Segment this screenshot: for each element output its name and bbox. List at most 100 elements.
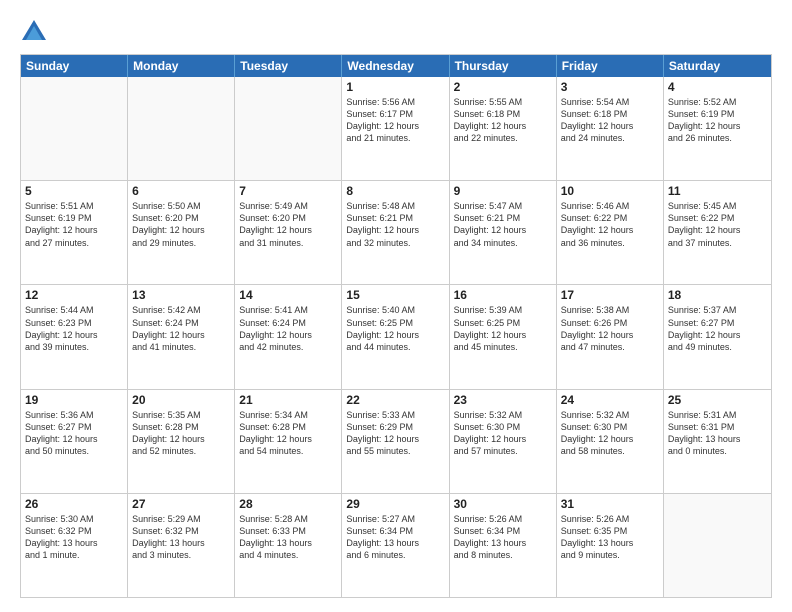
col-header-friday: Friday — [557, 55, 664, 77]
day-cell-4: 4 Sunrise: 5:52 AM Sunset: 6:19 PM Daylig… — [664, 77, 771, 180]
day-info: Sunrise: 5:48 AM Sunset: 6:21 PM Dayligh… — [346, 200, 444, 249]
day-info: Sunrise: 5:39 AM Sunset: 6:25 PM Dayligh… — [454, 304, 552, 353]
day-number: 2 — [454, 80, 552, 94]
day-number: 28 — [239, 497, 337, 511]
empty-cell-4-6 — [664, 494, 771, 597]
day-number: 3 — [561, 80, 659, 94]
week-row-3: 19 Sunrise: 5:36 AM Sunset: 6:27 PM Dayli… — [21, 389, 771, 493]
day-number: 5 — [25, 184, 123, 198]
day-number: 22 — [346, 393, 444, 407]
week-row-2: 12 Sunrise: 5:44 AM Sunset: 6:23 PM Dayli… — [21, 284, 771, 388]
day-info: Sunrise: 5:29 AM Sunset: 6:32 PM Dayligh… — [132, 513, 230, 562]
day-cell-22: 22Sunrise: 5:33 AM Sunset: 6:29 PM Dayli… — [342, 390, 449, 493]
day-info: Sunrise: 5:32 AM Sunset: 6:30 PM Dayligh… — [454, 409, 552, 458]
day-number: 26 — [25, 497, 123, 511]
day-number: 13 — [132, 288, 230, 302]
day-number: 16 — [454, 288, 552, 302]
day-info: Sunrise: 5:27 AM Sunset: 6:34 PM Dayligh… — [346, 513, 444, 562]
logo — [20, 18, 52, 46]
day-info: Sunrise: 5:40 AM Sunset: 6:25 PM Dayligh… — [346, 304, 444, 353]
day-cell-27: 27 Sunrise: 5:29 AM Sunset: 6:32 PM Dayli… — [128, 494, 235, 597]
empty-cell-0-2 — [235, 77, 342, 180]
day-info: Sunrise: 5:49 AM Sunset: 6:20 PM Dayligh… — [239, 200, 337, 249]
day-cell-1: 1 Sunrise: 5:56 AM Sunset: 6:17 PM Daylig… — [342, 77, 449, 180]
day-cell-10: 10Sunrise: 5:46 AM Sunset: 6:22 PM Dayli… — [557, 181, 664, 284]
day-info: Sunrise: 5:37 AM Sunset: 6:27 PM Dayligh… — [668, 304, 767, 353]
day-info: Sunrise: 5:45 AM Sunset: 6:22 PM Dayligh… — [668, 200, 767, 249]
page: SundayMondayTuesdayWednesdayThursdayFrid… — [0, 0, 792, 612]
day-number: 9 — [454, 184, 552, 198]
col-header-wednesday: Wednesday — [342, 55, 449, 77]
day-cell-20: 20 Sunrise: 5:35 AM Sunset: 6:28 PM Dayli… — [128, 390, 235, 493]
day-cell-28: 28 Sunrise: 5:28 AM Sunset: 6:33 PM Dayli… — [235, 494, 342, 597]
day-number: 14 — [239, 288, 337, 302]
day-number: 8 — [346, 184, 444, 198]
day-cell-7: 7 Sunrise: 5:49 AM Sunset: 6:20 PM Daylig… — [235, 181, 342, 284]
day-cell-26: 26 Sunrise: 5:30 AM Sunset: 6:32 PM Dayli… — [21, 494, 128, 597]
week-row-4: 26 Sunrise: 5:30 AM Sunset: 6:32 PM Dayli… — [21, 493, 771, 597]
day-cell-17: 17Sunrise: 5:38 AM Sunset: 6:26 PM Dayli… — [557, 285, 664, 388]
day-cell-6: 6 Sunrise: 5:50 AM Sunset: 6:20 PM Daylig… — [128, 181, 235, 284]
day-info: Sunrise: 5:28 AM Sunset: 6:33 PM Dayligh… — [239, 513, 337, 562]
day-cell-12: 12 Sunrise: 5:44 AM Sunset: 6:23 PM Dayli… — [21, 285, 128, 388]
day-cell-30: 30Sunrise: 5:26 AM Sunset: 6:34 PM Dayli… — [450, 494, 557, 597]
header — [20, 18, 772, 46]
col-header-saturday: Saturday — [664, 55, 771, 77]
day-cell-24: 24Sunrise: 5:32 AM Sunset: 6:30 PM Dayli… — [557, 390, 664, 493]
day-cell-13: 13Sunrise: 5:42 AM Sunset: 6:24 PM Dayli… — [128, 285, 235, 388]
day-number: 7 — [239, 184, 337, 198]
day-number: 18 — [668, 288, 767, 302]
day-info: Sunrise: 5:47 AM Sunset: 6:21 PM Dayligh… — [454, 200, 552, 249]
col-header-sunday: Sunday — [21, 55, 128, 77]
day-cell-23: 23 Sunrise: 5:32 AM Sunset: 6:30 PM Dayli… — [450, 390, 557, 493]
day-cell-16: 16 Sunrise: 5:39 AM Sunset: 6:25 PM Dayli… — [450, 285, 557, 388]
week-row-0: 1 Sunrise: 5:56 AM Sunset: 6:17 PM Daylig… — [21, 77, 771, 180]
day-number: 12 — [25, 288, 123, 302]
day-number: 11 — [668, 184, 767, 198]
day-number: 10 — [561, 184, 659, 198]
day-cell-19: 19 Sunrise: 5:36 AM Sunset: 6:27 PM Dayli… — [21, 390, 128, 493]
day-info: Sunrise: 5:32 AM Sunset: 6:30 PM Dayligh… — [561, 409, 659, 458]
logo-icon — [20, 18, 48, 46]
day-number: 1 — [346, 80, 444, 94]
day-cell-11: 11 Sunrise: 5:45 AM Sunset: 6:22 PM Dayli… — [664, 181, 771, 284]
calendar-body: 1 Sunrise: 5:56 AM Sunset: 6:17 PM Daylig… — [21, 77, 771, 597]
day-number: 30 — [454, 497, 552, 511]
day-number: 27 — [132, 497, 230, 511]
col-header-tuesday: Tuesday — [235, 55, 342, 77]
day-number: 15 — [346, 288, 444, 302]
day-info: Sunrise: 5:38 AM Sunset: 6:26 PM Dayligh… — [561, 304, 659, 353]
day-number: 20 — [132, 393, 230, 407]
col-header-thursday: Thursday — [450, 55, 557, 77]
day-info: Sunrise: 5:44 AM Sunset: 6:23 PM Dayligh… — [25, 304, 123, 353]
day-cell-31: 31Sunrise: 5:26 AM Sunset: 6:35 PM Dayli… — [557, 494, 664, 597]
day-number: 19 — [25, 393, 123, 407]
calendar: SundayMondayTuesdayWednesdayThursdayFrid… — [20, 54, 772, 598]
day-number: 6 — [132, 184, 230, 198]
week-row-1: 5 Sunrise: 5:51 AM Sunset: 6:19 PM Daylig… — [21, 180, 771, 284]
day-info: Sunrise: 5:30 AM Sunset: 6:32 PM Dayligh… — [25, 513, 123, 562]
empty-cell-0-1 — [128, 77, 235, 180]
day-info: Sunrise: 5:36 AM Sunset: 6:27 PM Dayligh… — [25, 409, 123, 458]
day-info: Sunrise: 5:35 AM Sunset: 6:28 PM Dayligh… — [132, 409, 230, 458]
day-info: Sunrise: 5:50 AM Sunset: 6:20 PM Dayligh… — [132, 200, 230, 249]
day-cell-21: 21Sunrise: 5:34 AM Sunset: 6:28 PM Dayli… — [235, 390, 342, 493]
day-info: Sunrise: 5:31 AM Sunset: 6:31 PM Dayligh… — [668, 409, 767, 458]
day-cell-3: 3 Sunrise: 5:54 AM Sunset: 6:18 PM Daylig… — [557, 77, 664, 180]
day-info: Sunrise: 5:51 AM Sunset: 6:19 PM Dayligh… — [25, 200, 123, 249]
calendar-header: SundayMondayTuesdayWednesdayThursdayFrid… — [21, 55, 771, 77]
day-info: Sunrise: 5:56 AM Sunset: 6:17 PM Dayligh… — [346, 96, 444, 145]
day-info: Sunrise: 5:54 AM Sunset: 6:18 PM Dayligh… — [561, 96, 659, 145]
day-number: 4 — [668, 80, 767, 94]
day-number: 23 — [454, 393, 552, 407]
day-cell-15: 15 Sunrise: 5:40 AM Sunset: 6:25 PM Dayli… — [342, 285, 449, 388]
day-cell-25: 25Sunrise: 5:31 AM Sunset: 6:31 PM Dayli… — [664, 390, 771, 493]
day-info: Sunrise: 5:34 AM Sunset: 6:28 PM Dayligh… — [239, 409, 337, 458]
day-cell-29: 29Sunrise: 5:27 AM Sunset: 6:34 PM Dayli… — [342, 494, 449, 597]
day-cell-5: 5 Sunrise: 5:51 AM Sunset: 6:19 PM Daylig… — [21, 181, 128, 284]
day-info: Sunrise: 5:41 AM Sunset: 6:24 PM Dayligh… — [239, 304, 337, 353]
day-info: Sunrise: 5:52 AM Sunset: 6:19 PM Dayligh… — [668, 96, 767, 145]
empty-cell-0-0 — [21, 77, 128, 180]
day-cell-9: 9 Sunrise: 5:47 AM Sunset: 6:21 PM Daylig… — [450, 181, 557, 284]
day-info: Sunrise: 5:26 AM Sunset: 6:35 PM Dayligh… — [561, 513, 659, 562]
